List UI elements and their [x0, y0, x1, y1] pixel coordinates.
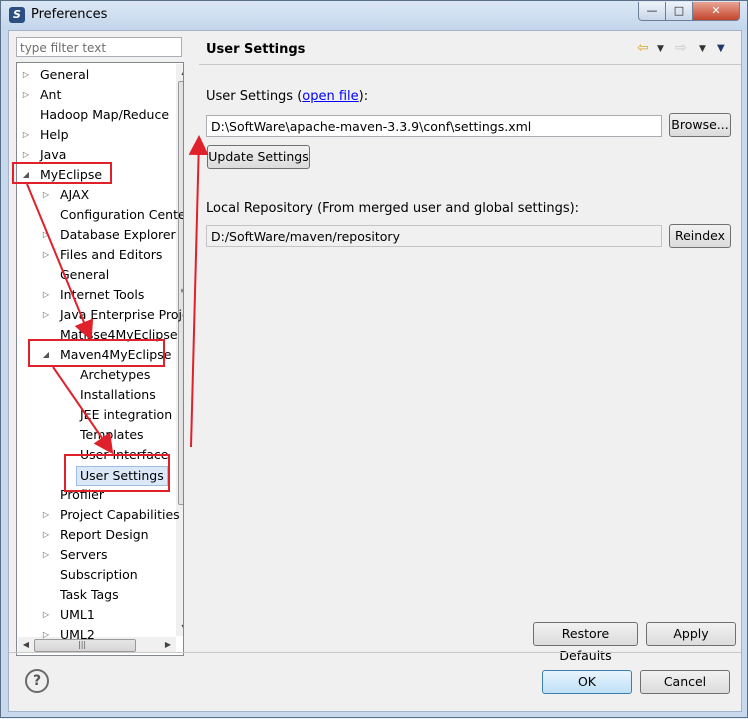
preferences-window: S Preferences — □ ✕ type filter text ▲ ≡… [0, 0, 748, 718]
annotation-arrows [26, 135, 209, 455]
arrow-usersettings-to-field [188, 135, 209, 448]
arrow-maven-to-usersettings [52, 366, 114, 455]
arrow-myeclipse-to-maven [26, 183, 94, 341]
